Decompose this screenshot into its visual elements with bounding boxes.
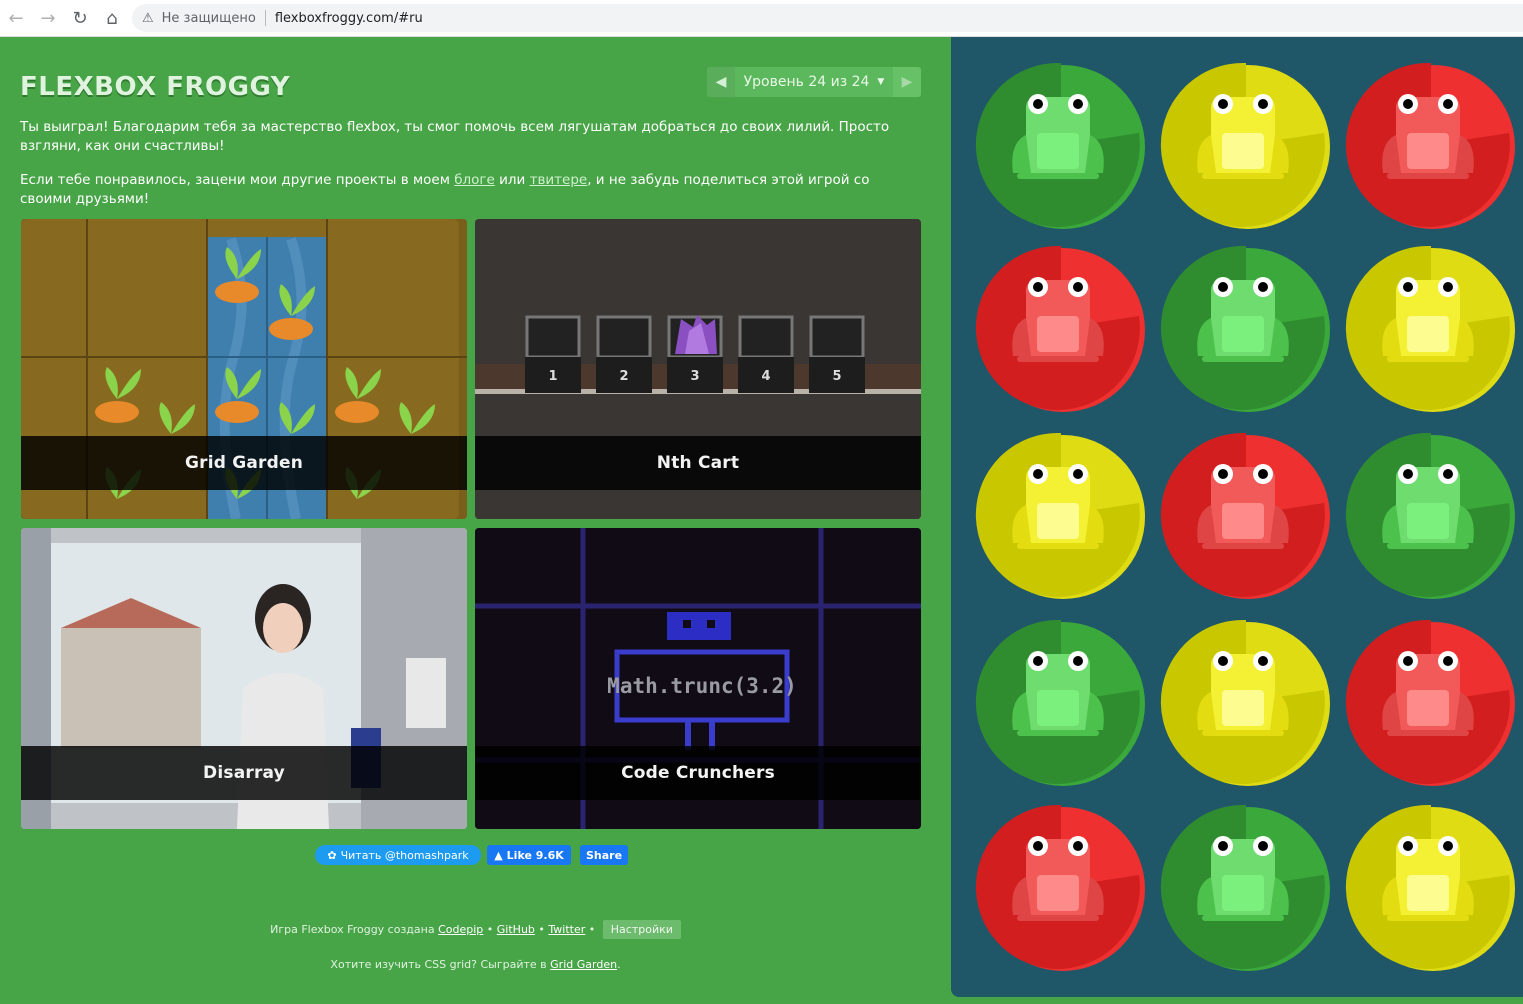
- code-expression: Math.trunc(3.2): [607, 674, 797, 698]
- settings-button[interactable]: Настройки: [602, 920, 681, 939]
- cart-number: 3: [690, 369, 699, 384]
- cart-number: 4: [761, 369, 770, 384]
- prev-level-button[interactable]: ◀: [707, 67, 735, 97]
- project-card-code-crunchers[interactable]: Math.trunc(3.2) Code Crunchers: [475, 528, 921, 829]
- red-lily-pad: [1160, 432, 1330, 599]
- grid-promo-text: Хотите изучить CSS grid? Сыграйте в: [330, 958, 551, 971]
- yellow-lily-pad: [1345, 804, 1515, 971]
- forward-icon[interactable]: →: [32, 2, 64, 34]
- address-bar[interactable]: ⚠ Не защищено flexboxfroggy.com/#ru: [132, 4, 1523, 32]
- project-title: Grid Garden: [21, 436, 467, 490]
- promo-message: Если тебе понравилось, зацени мои другие…: [20, 171, 925, 209]
- cart-number: 2: [619, 369, 628, 384]
- facebook-share-button[interactable]: Share: [580, 845, 628, 865]
- back-icon[interactable]: ←: [0, 2, 32, 34]
- credits-footer: Игра Flexbox Froggy создана Codepip • Gi…: [0, 920, 951, 939]
- blog-link[interactable]: блоге: [454, 172, 495, 188]
- bullet: •: [486, 923, 494, 936]
- twitter-follow-label: Читать @thomashpark: [340, 848, 469, 862]
- project-title: Disarray: [21, 746, 467, 800]
- green-lily-pad: [975, 62, 1145, 229]
- bullet: •: [588, 923, 596, 936]
- thumbs-up-icon: ▲: [494, 848, 503, 862]
- facebook-like-button[interactable]: ▲ Like 9.6K: [487, 845, 571, 865]
- red-lily-pad: [975, 804, 1145, 971]
- yellow-lily-pad: [1160, 619, 1330, 786]
- credit-text: Игра Flexbox Froggy создана: [270, 923, 439, 936]
- level-label: Уровень 24 из 24: [743, 74, 870, 90]
- level-selector: ◀ Уровень 24 из 24 ▼ ▶: [707, 67, 921, 97]
- facebook-like-label: Like 9.6K: [506, 848, 564, 862]
- cart-number: 5: [832, 369, 841, 384]
- warning-icon: ⚠: [142, 10, 154, 26]
- browser-toolbar: ← → ↻ ⌂ ⚠ Не защищено flexboxfroggy.com/…: [0, 0, 1523, 37]
- url-text: flexboxfroggy.com/#ru: [274, 10, 423, 26]
- next-level-button[interactable]: ▶: [893, 67, 921, 97]
- project-title: Nth Cart: [475, 436, 921, 490]
- twitter-footer-link[interactable]: Twitter: [548, 923, 585, 936]
- green-lily-pad: [1160, 804, 1330, 971]
- cart-number: 1: [548, 369, 557, 384]
- bullet: •: [538, 923, 545, 936]
- home-icon[interactable]: ⌂: [96, 2, 128, 34]
- yellow-lily-pad: [1160, 62, 1330, 229]
- grid-garden-link[interactable]: Grid Garden: [550, 958, 617, 971]
- twitter-follow-button[interactable]: ✿ Читать @thomashpark: [315, 845, 481, 865]
- yellow-lily-pad: [1345, 245, 1515, 412]
- green-lily-pad: [1345, 432, 1515, 599]
- grid-promo-suffix: .: [617, 958, 621, 971]
- game-panel: FLEXBOX FROGGY ◀ Уровень 24 из 24 ▼ ▶ Ты…: [0, 37, 951, 1004]
- red-lily-pad: [975, 245, 1145, 412]
- grid-promo-footer: Хотите изучить CSS grid? Сыграйте в Grid…: [0, 958, 951, 971]
- twitter-link[interactable]: твитере: [530, 172, 588, 188]
- github-link[interactable]: GitHub: [497, 923, 535, 936]
- yellow-lily-pad: [975, 432, 1145, 599]
- twitter-bird-icon: ✿: [327, 848, 337, 862]
- pond-board: [951, 37, 1523, 997]
- red-lily-pad: [1345, 619, 1515, 786]
- win-message: Ты выиграл! Благодарим тебя за мастерств…: [20, 119, 890, 154]
- project-card-nth-cart[interactable]: 1 2 3 4 5 Nth Cart: [475, 219, 921, 519]
- security-label: Не защищено: [161, 10, 256, 26]
- reload-icon[interactable]: ↻: [64, 2, 96, 34]
- project-card-grid-garden[interactable]: Grid Garden: [21, 219, 467, 519]
- project-card-disarray[interactable]: Disarray: [21, 528, 467, 829]
- promo-before: Если тебе понравилось, зацени мои другие…: [20, 172, 455, 188]
- promo-or: или: [494, 172, 530, 188]
- caret-down-icon: ▼: [877, 77, 885, 87]
- logo: FLEXBOX FROGGY: [20, 72, 291, 102]
- level-dropdown[interactable]: Уровень 24 из 24 ▼: [735, 67, 893, 97]
- green-lily-pad: [1160, 245, 1330, 412]
- project-title: Code Crunchers: [475, 746, 921, 800]
- divider: [264, 10, 266, 26]
- codepip-link[interactable]: Codepip: [438, 923, 483, 936]
- red-lily-pad: [1345, 62, 1515, 229]
- green-lily-pad: [975, 619, 1145, 786]
